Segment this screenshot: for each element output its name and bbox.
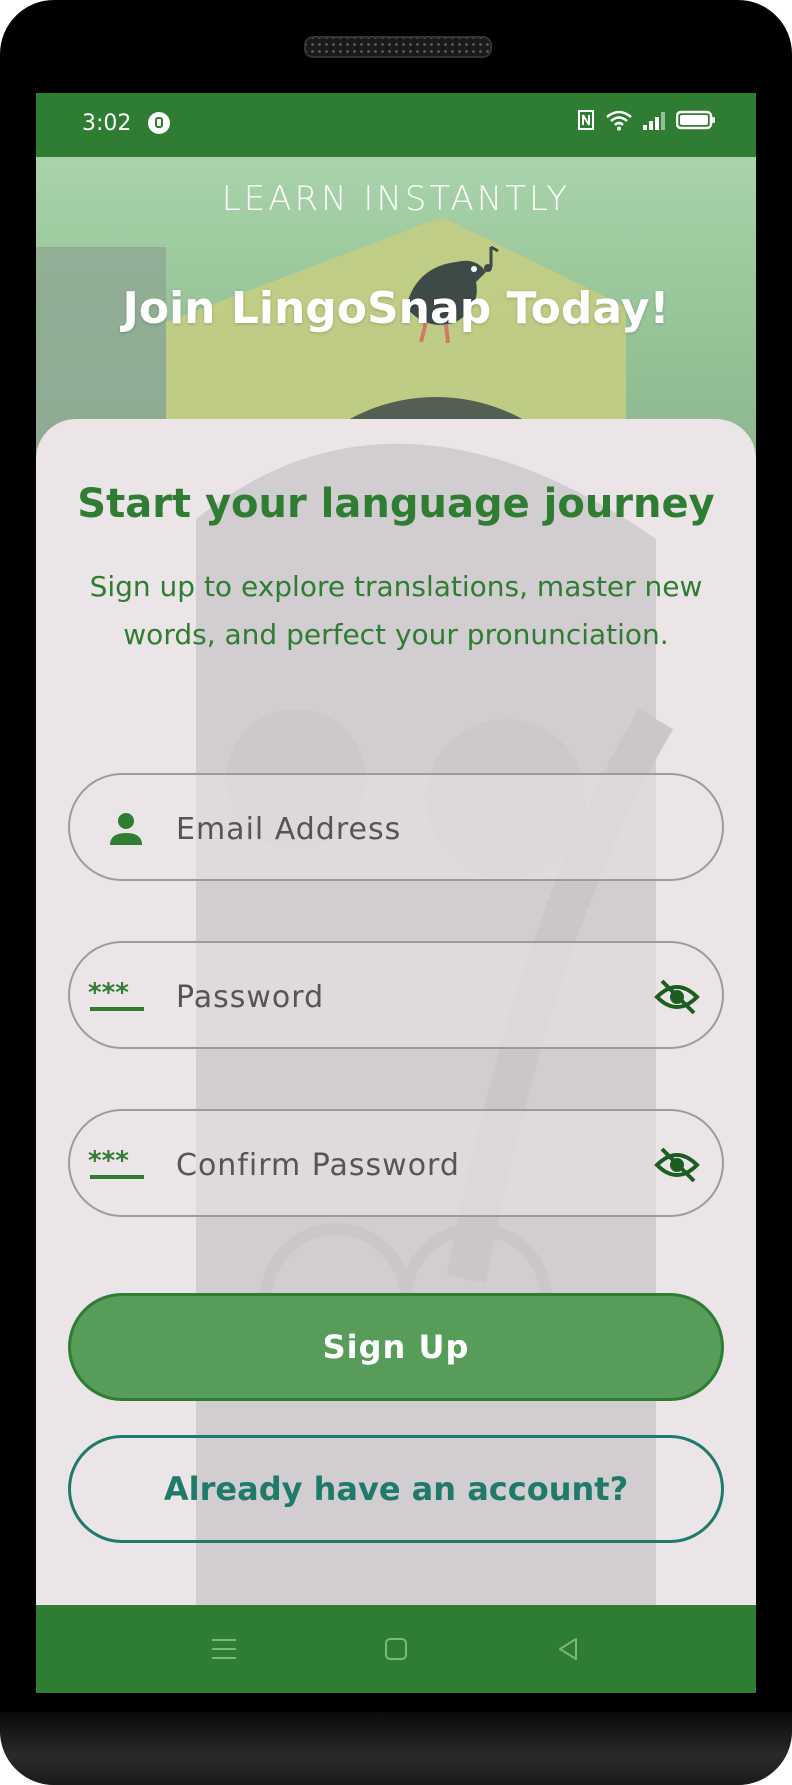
battery-icon: [676, 110, 715, 130]
status-time: 3:02: [82, 111, 132, 136]
confirm-password-field[interactable]: ***: [68, 1109, 724, 1217]
hero-title: Join LingoSnap Today!: [122, 283, 670, 334]
password-icon: ***: [88, 1146, 144, 1179]
password-input[interactable]: [174, 969, 618, 1025]
app-screen: 3:02 LEARN INSTANTLY Join LingoSnap Toda…: [36, 93, 756, 1693]
already-have-account-button[interactable]: Already have an account?: [68, 1435, 724, 1543]
signal-icon: [643, 112, 665, 130]
email-input[interactable]: [174, 801, 618, 857]
phone-frame: 3:02 LEARN INSTANTLY Join LingoSnap Toda…: [0, 0, 792, 1785]
eye-off-icon[interactable]: [654, 975, 700, 1019]
password-icon: ***: [88, 978, 144, 1011]
card-subtitle: Sign up to explore translations, master …: [89, 570, 703, 651]
signup-card: Start your language journey Sign up to e…: [36, 419, 756, 1693]
menu-icon[interactable]: [204, 1629, 244, 1669]
status-bar: 3:02: [36, 93, 756, 157]
svg-text:***: ***: [88, 1146, 129, 1176]
phone-chin: [0, 1712, 792, 1785]
sign-up-button[interactable]: Sign Up: [68, 1293, 724, 1401]
vpn-lock-icon: [148, 112, 170, 134]
wifi-icon: [606, 110, 632, 131]
confirm-password-input[interactable]: [174, 1137, 618, 1193]
email-field[interactable]: [68, 773, 724, 881]
nfc-icon: [578, 110, 594, 130]
card-title: Start your language journey: [77, 481, 715, 527]
status-icons: [576, 109, 716, 131]
earpiece-speaker: [304, 36, 492, 58]
svg-text:***: ***: [88, 978, 129, 1008]
eye-off-icon[interactable]: [654, 1143, 700, 1187]
home-icon[interactable]: [376, 1629, 416, 1669]
back-icon[interactable]: [548, 1629, 588, 1669]
person-icon: [110, 813, 142, 845]
password-field[interactable]: ***: [68, 941, 724, 1049]
navigation-bar: [36, 1605, 756, 1693]
hero-tagline: LEARN INSTANTLY: [221, 179, 571, 219]
